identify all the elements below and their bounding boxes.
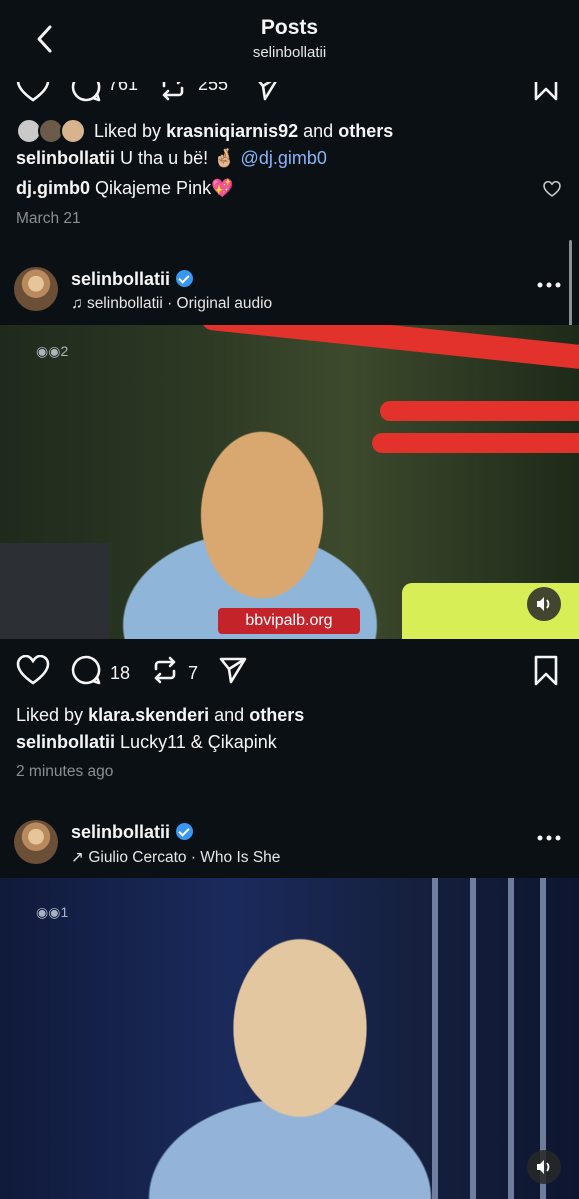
more-dots-icon[interactable]: [537, 281, 561, 289]
channel-badge: 1: [60, 904, 69, 920]
stage-light: [470, 878, 476, 1199]
page-title: Posts: [260, 16, 319, 39]
stage-light: [432, 878, 438, 1199]
post1-date: 2 minutes ago: [16, 763, 114, 780]
verified-badge-icon: [176, 270, 194, 287]
avatar: [60, 118, 86, 144]
speaker-icon[interactable]: [527, 1150, 561, 1184]
caption-mention-link[interactable]: @dj.gimb0: [241, 148, 327, 168]
post-audio[interactable]: ↗ Giulio Cercato · Who Is She: [71, 848, 280, 867]
post2-header: selinbollatii ↗ Giulio Cercato · Who Is …: [0, 820, 579, 876]
post-username[interactable]: selinbollatii: [71, 822, 194, 843]
liked-others-link[interactable]: others: [249, 705, 304, 725]
comment-icon[interactable]: [70, 655, 102, 685]
post1-header: selinbollatii ♫ selinbollatii · Original…: [0, 267, 579, 323]
prev-liked-by: Liked by krasniqiarnis92 and others: [16, 118, 393, 144]
top-bar: Posts selinbollatii: [0, 0, 579, 82]
comment-count: 18: [110, 663, 131, 683]
prev-comment: dj.gimb0 Qikajeme Pink💖: [16, 178, 234, 199]
username-text[interactable]: selinbollatii: [71, 822, 170, 842]
caption-user-link[interactable]: selinbollatii: [16, 732, 115, 752]
prev-post-date: March 21: [16, 210, 81, 227]
set-decoration: [199, 325, 579, 373]
stage-light: [508, 878, 514, 1199]
video-watermark: bbvipalb.org: [218, 608, 360, 634]
post1-liked-by: Liked by klara.skenderi and others: [16, 705, 304, 726]
avatar[interactable]: [14, 267, 58, 311]
audio-text[interactable]: Giulio Cercato · Who Is She: [88, 849, 280, 866]
comment-text: Qikajeme Pink💖: [95, 178, 234, 198]
liked-prefix: Liked by: [94, 120, 162, 141]
comment-like-heart-icon[interactable]: [543, 181, 561, 197]
prev-caption: selinbollatii U tha u bë! 🤞🏼 @dj.gimb0: [16, 148, 327, 169]
liked-prefix: Liked by: [16, 705, 84, 725]
arrow-icon: ↗: [71, 849, 84, 866]
audio-text[interactable]: selinbollatii · Original audio: [87, 295, 272, 312]
post1-actions: 18 7: [0, 655, 579, 695]
speaker-icon[interactable]: [527, 587, 561, 621]
verified-badge-icon: [176, 823, 194, 840]
channel-eye-logo: ◉◉1: [36, 904, 69, 920]
liked-others-link[interactable]: others: [338, 121, 393, 142]
liked-user-link[interactable]: krasniqiarnis92: [166, 121, 298, 142]
liked-user-link[interactable]: klara.skenderi: [88, 705, 209, 725]
username-text[interactable]: selinbollatii: [71, 269, 170, 289]
caption-user-link[interactable]: selinbollatii: [16, 148, 115, 168]
comment-user-link[interactable]: dj.gimb0: [16, 178, 90, 198]
page-subtitle: selinbollatii: [252, 44, 327, 61]
more-dots-icon[interactable]: [537, 834, 561, 842]
bookmark-icon[interactable]: [533, 655, 559, 687]
liked-and: and: [214, 705, 245, 725]
set-decoration: [380, 401, 579, 421]
couch: [0, 543, 110, 639]
channel-badge: 2: [60, 343, 69, 359]
post1-video[interactable]: ◉◉2: [0, 325, 579, 639]
post-audio[interactable]: ♫ selinbollatii · Original audio: [71, 295, 272, 313]
post1-caption: selinbollatii Lucky11 & Çikapink: [16, 732, 277, 753]
avatar[interactable]: [14, 820, 58, 864]
caption-text: U tha u bë! 🤞🏼: [120, 148, 236, 168]
channel-eye-logo: ◉◉2: [36, 343, 69, 359]
liked-and: and: [303, 120, 334, 141]
music-note-icon: ♫: [71, 295, 83, 312]
repost-icon[interactable]: [150, 655, 180, 685]
post-username[interactable]: selinbollatii: [71, 269, 194, 290]
set-decoration: [372, 433, 579, 453]
send-icon[interactable]: [218, 655, 248, 685]
repost-count: 7: [188, 663, 199, 683]
post2-video[interactable]: ◉◉1: [0, 878, 579, 1199]
caption-text: Lucky11 & Çikapink: [120, 732, 277, 752]
heart-icon[interactable]: [16, 655, 50, 685]
liked-avatars: [16, 118, 88, 144]
